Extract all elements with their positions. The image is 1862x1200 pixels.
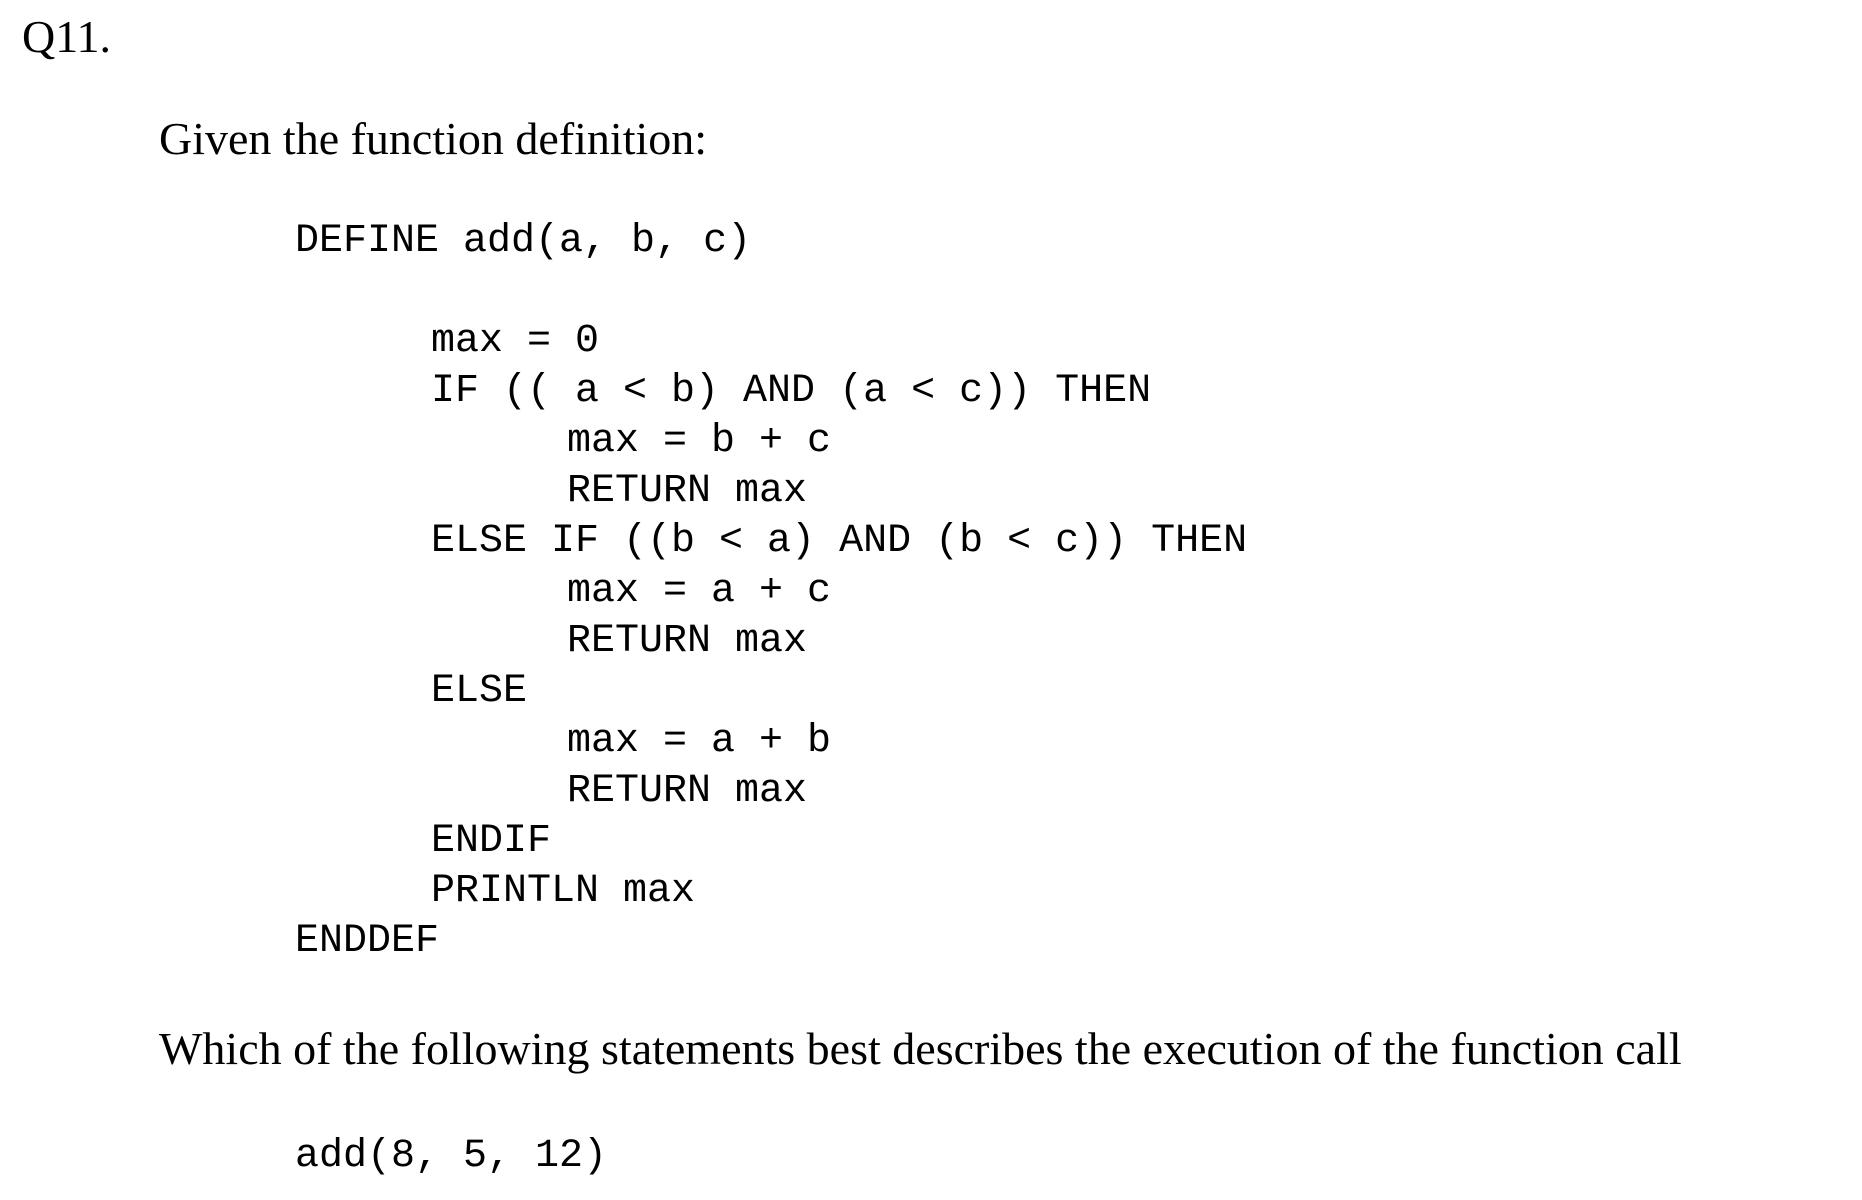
code-line: max = a + c [567,569,832,614]
code-line: max = 0 [431,319,600,364]
call-expression: add(8, 5, 12) [295,1134,608,1179]
question-number: Q11. [22,11,112,62]
intro-text: Given the function definition: [159,113,708,164]
code-line: PRINTLN max [431,869,696,914]
code-line: ELSE IF ((b < a) AND (b < c)) THEN [431,519,1248,564]
code-line: RETURN max [567,619,808,664]
code-line: RETURN max [567,769,808,814]
question-text: Which of the following statements best d… [159,1023,1682,1074]
code-line: ELSE [431,669,528,714]
code-line: IF (( a < b) AND (a < c)) THEN [431,369,1152,414]
code-line: ENDDEF [295,919,440,964]
code-line: DEFINE add(a, b, c) [295,219,752,264]
code-line: max = a + b [567,719,832,764]
code-line: max = b + c [567,419,832,464]
code-line: ENDIF [431,819,552,864]
code-line: RETURN max [567,469,808,514]
